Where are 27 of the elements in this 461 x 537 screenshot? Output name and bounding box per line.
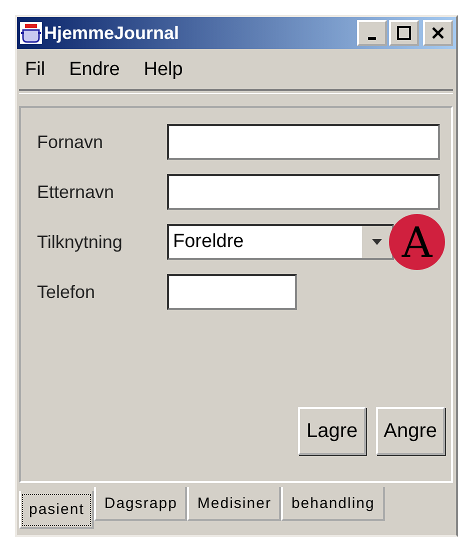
dropdown[interactable]: Foreldre [167,224,394,260]
caret-icon [372,239,382,245]
maximize-button[interactable] [389,20,419,46]
minimize-icon [368,36,376,40]
tab[interactable]: pasient [19,491,94,529]
menu-item[interactable]: Help [144,59,183,81]
action-button[interactable]: Angre [376,407,445,455]
text-field[interactable] [167,124,440,160]
pot-icon [20,22,42,44]
menu-item[interactable]: Endre [69,59,120,81]
field-label: Tilknytning [37,232,124,252]
tab[interactable]: Dagsrapp [94,487,188,521]
field-label: Telefon [37,282,96,302]
text-field[interactable] [167,274,297,310]
action-button[interactable]: Lagre [298,407,366,455]
maximize-icon [397,26,411,40]
tab[interactable]: behandling [281,487,385,521]
minimize-button[interactable] [357,20,387,46]
field-label: Fornavn [37,132,104,152]
close-button[interactable] [423,20,453,46]
field-label: Etternavn [37,182,116,202]
close-icon [431,26,445,40]
menu-item[interactable]: Fil [25,59,46,81]
annotation-badge: A [389,214,445,270]
window-title: HjemmeJournal [44,22,180,44]
tab[interactable]: Medisiner [187,487,282,521]
text-field[interactable] [167,174,440,210]
